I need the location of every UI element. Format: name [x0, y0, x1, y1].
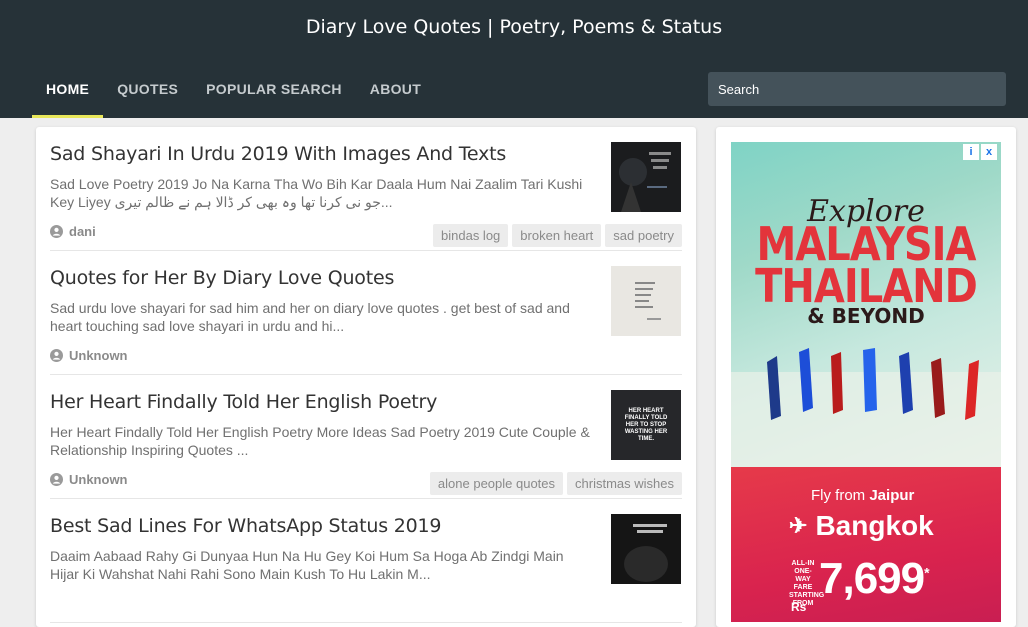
- post-item: Her Heart Findally Told Her English Poet…: [50, 375, 682, 499]
- tag[interactable]: christmas wishes: [567, 472, 682, 495]
- tag[interactable]: bindas log: [433, 224, 509, 247]
- ad-origin: Jaipur: [869, 487, 915, 504]
- tag[interactable]: alone people quotes: [429, 472, 564, 495]
- ad-close-icon[interactable]: x: [981, 144, 997, 160]
- post-title[interactable]: Best Sad Lines For WhatsApp Status 2019: [50, 515, 580, 537]
- post-thumbnail[interactable]: HER HEART FINALLY TOLD HER TO STOP WASTI…: [611, 390, 681, 460]
- ad-fly-from: Fly from Jaipur: [811, 487, 914, 504]
- ad-price: 7,699*: [819, 554, 930, 604]
- author-name[interactable]: Unknown: [69, 348, 128, 363]
- ad-destination: ✈ Bangkok: [789, 510, 934, 542]
- post-snippet: Sad Love Poetry 2019 Jo Na Karna Tha Wo …: [50, 176, 583, 210]
- ad-fly-prefix: Fly from: [811, 487, 870, 504]
- post-thumbnail[interactable]: [611, 514, 681, 584]
- post-item: Best Sad Lines For WhatsApp Status 2019 …: [50, 499, 682, 623]
- author-name[interactable]: Unknown: [69, 472, 128, 487]
- ad-destination-name: Bangkok: [815, 510, 934, 541]
- ad-beach-image: i x Explore MALAYSIA THAILAND & BEYOND: [731, 142, 1001, 467]
- tag[interactable]: sad poetry: [605, 224, 682, 247]
- thumbnail-caption: HER HEART FINALLY TOLD HER TO STOP WASTI…: [624, 407, 668, 442]
- ad-price-mark: *: [924, 564, 930, 581]
- post-author: dani: [50, 224, 96, 239]
- ad-price-value: 7,699: [819, 554, 925, 603]
- ad-info-icon[interactable]: i: [963, 144, 979, 160]
- main-nav: HOME QUOTES POPULAR SEARCH ABOUT: [32, 60, 435, 118]
- author-name[interactable]: dani: [69, 224, 96, 239]
- ad-badges: i x: [961, 144, 997, 160]
- post-snippet: Her Heart Findally Told Her English Poet…: [50, 424, 590, 458]
- post-thumbnail[interactable]: [611, 142, 681, 212]
- site-header: Diary Love Quotes | Poetry, Poems & Stat…: [0, 0, 1028, 118]
- post-title[interactable]: Quotes for Her By Diary Love Quotes: [50, 267, 580, 289]
- ad-currency: Rs: [791, 600, 807, 614]
- post-list: Sad Shayari In Urdu 2019 With Images And…: [36, 127, 696, 627]
- nav-item-popular-search[interactable]: POPULAR SEARCH: [192, 60, 356, 118]
- post-title[interactable]: Her Heart Findally Told Her English Poet…: [50, 391, 580, 413]
- post-tags: bindas log broken heart sad poetry: [429, 224, 682, 247]
- post-item: Sad Shayari In Urdu 2019 With Images And…: [50, 127, 682, 251]
- post-title[interactable]: Sad Shayari In Urdu 2019 With Images And…: [50, 143, 580, 165]
- nav-item-home[interactable]: HOME: [32, 60, 104, 118]
- search-input[interactable]: [718, 81, 998, 97]
- user-icon: [50, 473, 63, 486]
- post-snippet: Sad urdu love shayari for sad him and he…: [50, 300, 570, 334]
- sidebar: i x Explore MALAYSIA THAILAND & BEYOND F…: [716, 127, 1016, 627]
- post-thumbnail[interactable]: [611, 266, 681, 336]
- nav-item-about[interactable]: ABOUT: [356, 60, 435, 118]
- post-author: Unknown: [50, 472, 128, 487]
- user-icon: [50, 225, 63, 238]
- post-item: Quotes for Her By Diary Love Quotes Sad …: [50, 251, 682, 375]
- nav-item-quotes[interactable]: QUOTES: [103, 60, 192, 118]
- site-title[interactable]: Diary Love Quotes | Poetry, Poems & Stat…: [0, 16, 1028, 38]
- post-snippet: Daaim Aabaad Rahy Gi Dunyaa Hun Na Hu Ge…: [50, 548, 564, 582]
- airplane-icon: ✈: [789, 513, 808, 538]
- post-tags: alone people quotes christmas wishes: [426, 472, 682, 495]
- ad-beyond-text: & BEYOND: [807, 304, 925, 328]
- post-author: Unknown: [50, 348, 128, 363]
- user-icon: [50, 349, 63, 362]
- advertisement[interactable]: i x Explore MALAYSIA THAILAND & BEYOND F…: [731, 142, 1001, 622]
- search-box: [708, 72, 1006, 106]
- tag[interactable]: broken heart: [512, 224, 602, 247]
